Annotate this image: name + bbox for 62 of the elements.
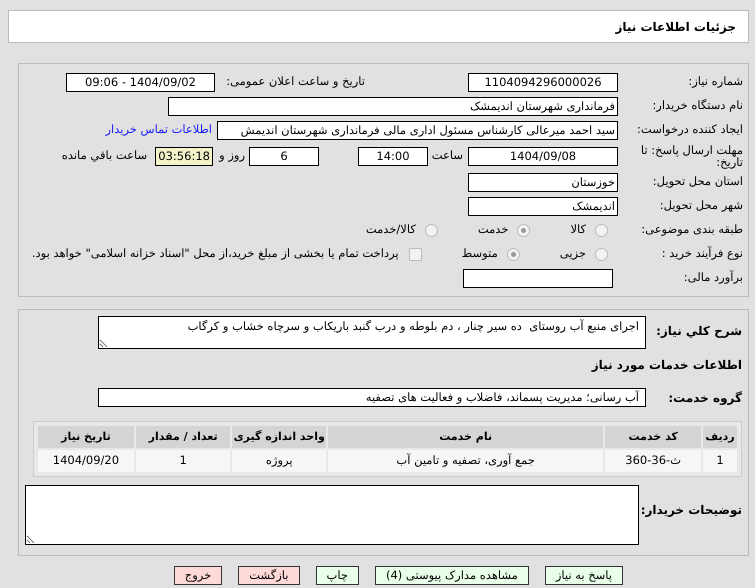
column-header: تعداد / مقدار	[136, 426, 230, 448]
field-label: روز و	[219, 147, 245, 164]
table-cell: ث-36-360	[605, 450, 702, 472]
field-label: تاریخ و ساعت اعلان عمومی:	[225, 73, 365, 90]
column-header: تاریخ نیاز	[38, 426, 134, 448]
text-field[interactable]: اندیمشک	[468, 196, 618, 216]
table-cell: پروژه	[232, 450, 326, 472]
field-label: ساعت	[430, 147, 463, 164]
column-header: نام خدمت	[328, 426, 604, 448]
notes-field[interactable]	[25, 485, 639, 545]
field-label: ساعت باقي مانده	[62, 147, 148, 164]
text-field[interactable]: 1404/09/08	[468, 146, 618, 166]
field-label: برآورد مالی:	[682, 269, 744, 286]
table-cell: 1404/09/20	[38, 450, 134, 472]
radio-button[interactable]	[506, 248, 520, 260]
action-button[interactable]: بازگشت	[238, 566, 300, 585]
option-label: خدمت	[478, 221, 508, 238]
field-label: طبقه بندی موضوعی:	[640, 221, 744, 238]
description-field[interactable]: اجرای منبع آب روستای ده سیر چنار ، دم بلوطه و درب گنبد باریکاب و سرچاه خشاب و کرگاب	[98, 316, 646, 349]
table-cell: جمع آوری، تصفیه و تامین آب	[328, 450, 604, 472]
column-header: ردیف	[703, 426, 737, 448]
checkbox-label: پرداخت تمام یا بخشی از مبلغ خرید،از محل "اسناد خزانه اسلامی" خواهد بود.	[32, 245, 399, 262]
option-label: متوسط	[462, 245, 498, 262]
table-cell: 1	[136, 450, 230, 472]
action-button[interactable]: مشاهده مدارک پیوستی (4)	[374, 566, 529, 585]
table-cell: 1	[703, 450, 737, 472]
field-label: شرح کلي نیاز:	[655, 323, 742, 340]
field-label: شماره نیاز:	[687, 73, 744, 90]
contact-link[interactable]: اطلاعات تماس خریدار	[105, 121, 212, 139]
checkbox[interactable]	[408, 248, 422, 260]
action-button[interactable]: چاپ	[316, 566, 359, 585]
text-field[interactable]: خوزستان	[468, 172, 618, 192]
action-button[interactable]: خروج	[174, 566, 222, 585]
radio-button[interactable]	[595, 248, 608, 260]
field-label: شهر محل تحویل:	[658, 197, 744, 214]
text-field[interactable]: 1104094296000026	[468, 72, 618, 92]
text-field[interactable]: 1404/09/02 - 09:06	[66, 72, 215, 92]
text-field[interactable]: 14:00	[358, 146, 428, 166]
text-field[interactable]: سید احمد میرعالی کارشناس مسئول اداری مالی فرمانداری شهرستان اندیمش	[217, 120, 618, 140]
page-title: جزئیات اطلاعات نیاز	[615, 18, 736, 36]
field-label: گروه خدمت:	[667, 390, 742, 406]
option-label: کالا	[570, 221, 586, 238]
field-label: نام دستگاه خریدار:	[651, 97, 744, 114]
field-label: استان محل تحویل:	[652, 173, 744, 190]
text-field[interactable]: فرمانداری شهرستان اندیمشک	[168, 96, 618, 116]
column-header: کد خدمت	[605, 426, 702, 448]
radio-button[interactable]	[424, 224, 438, 236]
text-field[interactable]: 6	[249, 146, 319, 166]
field-label: توضیحات خریدار:	[640, 502, 742, 518]
text-field[interactable]: 03:56:18	[155, 146, 214, 166]
radio-button[interactable]	[595, 224, 608, 236]
option-label: کالا/خدمت	[366, 221, 416, 238]
text-field[interactable]	[463, 268, 613, 288]
text-field[interactable]: آب رسانی؛ مدیریت پسماند، فاضلاب و فعالیت های تصفیه	[98, 388, 646, 407]
radio-button[interactable]	[517, 224, 530, 236]
field-label: مهلت ارسال پاسخ: تا تاریخ:	[640, 144, 744, 168]
field-label: ایجاد کننده درخواست:	[636, 121, 744, 138]
section-heading: اطلاعات خدمات مورد نیاز	[590, 357, 742, 374]
action-button[interactable]: پاسخ به نیاز	[544, 566, 623, 585]
option-label: جزیی	[560, 245, 586, 262]
field-label: نوع فرآیند خرید :	[660, 245, 744, 262]
column-header: واحد اندازه گیری	[232, 426, 326, 448]
